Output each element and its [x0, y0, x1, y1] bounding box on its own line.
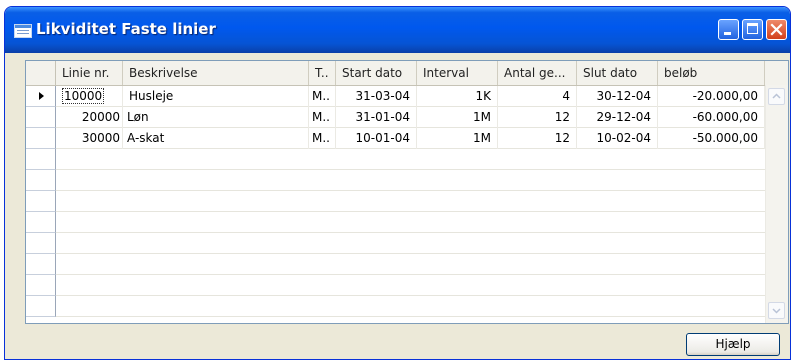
row-selector[interactable]	[26, 86, 56, 107]
row-selector-header	[26, 61, 56, 85]
title-bar[interactable]: Likviditet Faste linier	[5, 7, 790, 53]
row-selector[interactable]	[26, 191, 56, 212]
scroll-down-button[interactable]	[768, 302, 785, 319]
cell-type[interactable]: M..	[309, 86, 336, 107]
chevron-up-icon	[772, 93, 781, 99]
cell-interval[interactable]: 1M	[417, 128, 498, 149]
column-header-linie-nr[interactable]: Linie nr.	[56, 61, 123, 85]
empty-row[interactable]	[26, 170, 788, 191]
table-row[interactable]: 10000 Husleje M.. 31-03-04 1K 4 30-12-04…	[26, 86, 788, 107]
cell-type[interactable]: M..	[309, 128, 336, 149]
cell-antal[interactable]: 12	[498, 107, 577, 128]
cell-start-dato[interactable]: 31-03-04	[336, 86, 417, 107]
close-icon	[770, 23, 783, 36]
empty-row[interactable]	[26, 275, 788, 296]
row-selector[interactable]	[26, 149, 56, 170]
cell-linie-nr[interactable]: 30000	[56, 128, 123, 149]
table-header: Linie nr. Beskrivelse T.. Start dato Int…	[26, 61, 788, 86]
cell-slut-dato[interactable]: 10-02-04	[577, 128, 658, 149]
cell-beskrivelse[interactable]: Løn	[123, 107, 309, 128]
cell-interval[interactable]: 1M	[417, 107, 498, 128]
column-header-interval[interactable]: Interval	[417, 61, 498, 85]
table-window-icon	[14, 24, 32, 38]
cell-beskrivelse[interactable]: Husleje	[123, 86, 309, 107]
cell-belob[interactable]: -20.000,00	[658, 86, 765, 107]
minimize-icon	[724, 32, 731, 35]
column-header-belob[interactable]: beløb	[658, 61, 765, 85]
window: Likviditet Faste linier Linie nr. Beskri…	[4, 6, 791, 360]
table-row[interactable]: 20000 Løn M.. 31-01-04 1M 12 29-12-04 -6…	[26, 107, 788, 128]
cell-start-dato[interactable]: 10-01-04	[336, 128, 417, 149]
cell-linie-nr[interactable]: 10000	[56, 86, 123, 107]
cell-slut-dato[interactable]: 29-12-04	[577, 107, 658, 128]
row-selector[interactable]	[26, 275, 56, 296]
empty-row[interactable]	[26, 296, 788, 317]
column-header-antal[interactable]: Antal ge...	[498, 61, 577, 85]
row-selector[interactable]	[26, 170, 56, 191]
empty-row[interactable]	[26, 233, 788, 254]
column-header-start-dato[interactable]: Start dato	[336, 61, 417, 85]
column-header-type[interactable]: T..	[309, 61, 336, 85]
row-selector[interactable]	[26, 254, 56, 275]
cell-linie-nr[interactable]: 20000	[56, 107, 123, 128]
row-selector[interactable]	[26, 107, 56, 128]
column-header-slut-dato[interactable]: Slut dato	[577, 61, 658, 85]
column-header-beskrivelse[interactable]: Beskrivelse	[123, 61, 309, 85]
cell-antal[interactable]: 12	[498, 128, 577, 149]
lines-table[interactable]: Linie nr. Beskrivelse T.. Start dato Int…	[25, 60, 789, 324]
row-selector[interactable]	[26, 128, 56, 149]
empty-row[interactable]	[26, 212, 788, 233]
cell-type[interactable]: M..	[309, 107, 336, 128]
current-row-arrow-icon	[39, 92, 44, 100]
cell-beskrivelse[interactable]: A-skat	[123, 128, 309, 149]
cell-start-dato[interactable]: 31-01-04	[336, 107, 417, 128]
minimize-button[interactable]	[718, 19, 739, 40]
cell-belob[interactable]: -50.000,00	[658, 128, 765, 149]
row-selector[interactable]	[26, 233, 56, 254]
cell-interval[interactable]: 1K	[417, 86, 498, 107]
row-selector[interactable]	[26, 212, 56, 233]
focused-cell-value[interactable]: 10000	[62, 88, 105, 104]
vertical-scrollbar[interactable]	[765, 85, 788, 323]
scroll-up-button[interactable]	[768, 88, 785, 105]
empty-row[interactable]	[26, 191, 788, 212]
table-row[interactable]: 30000 A-skat M.. 10-01-04 1M 12 10-02-04…	[26, 128, 788, 149]
row-selector[interactable]	[26, 296, 56, 317]
cell-slut-dato[interactable]: 30-12-04	[577, 86, 658, 107]
cell-antal[interactable]: 4	[498, 86, 577, 107]
maximize-icon	[747, 23, 758, 34]
chevron-down-icon	[772, 308, 781, 314]
cell-belob[interactable]: -60.000,00	[658, 107, 765, 128]
empty-row[interactable]	[26, 254, 788, 275]
empty-row[interactable]	[26, 149, 788, 170]
close-button[interactable]	[766, 19, 787, 40]
help-button[interactable]: Hjælp	[686, 333, 780, 356]
window-title: Likviditet Faste linier	[36, 20, 216, 38]
maximize-button[interactable]	[742, 19, 763, 40]
